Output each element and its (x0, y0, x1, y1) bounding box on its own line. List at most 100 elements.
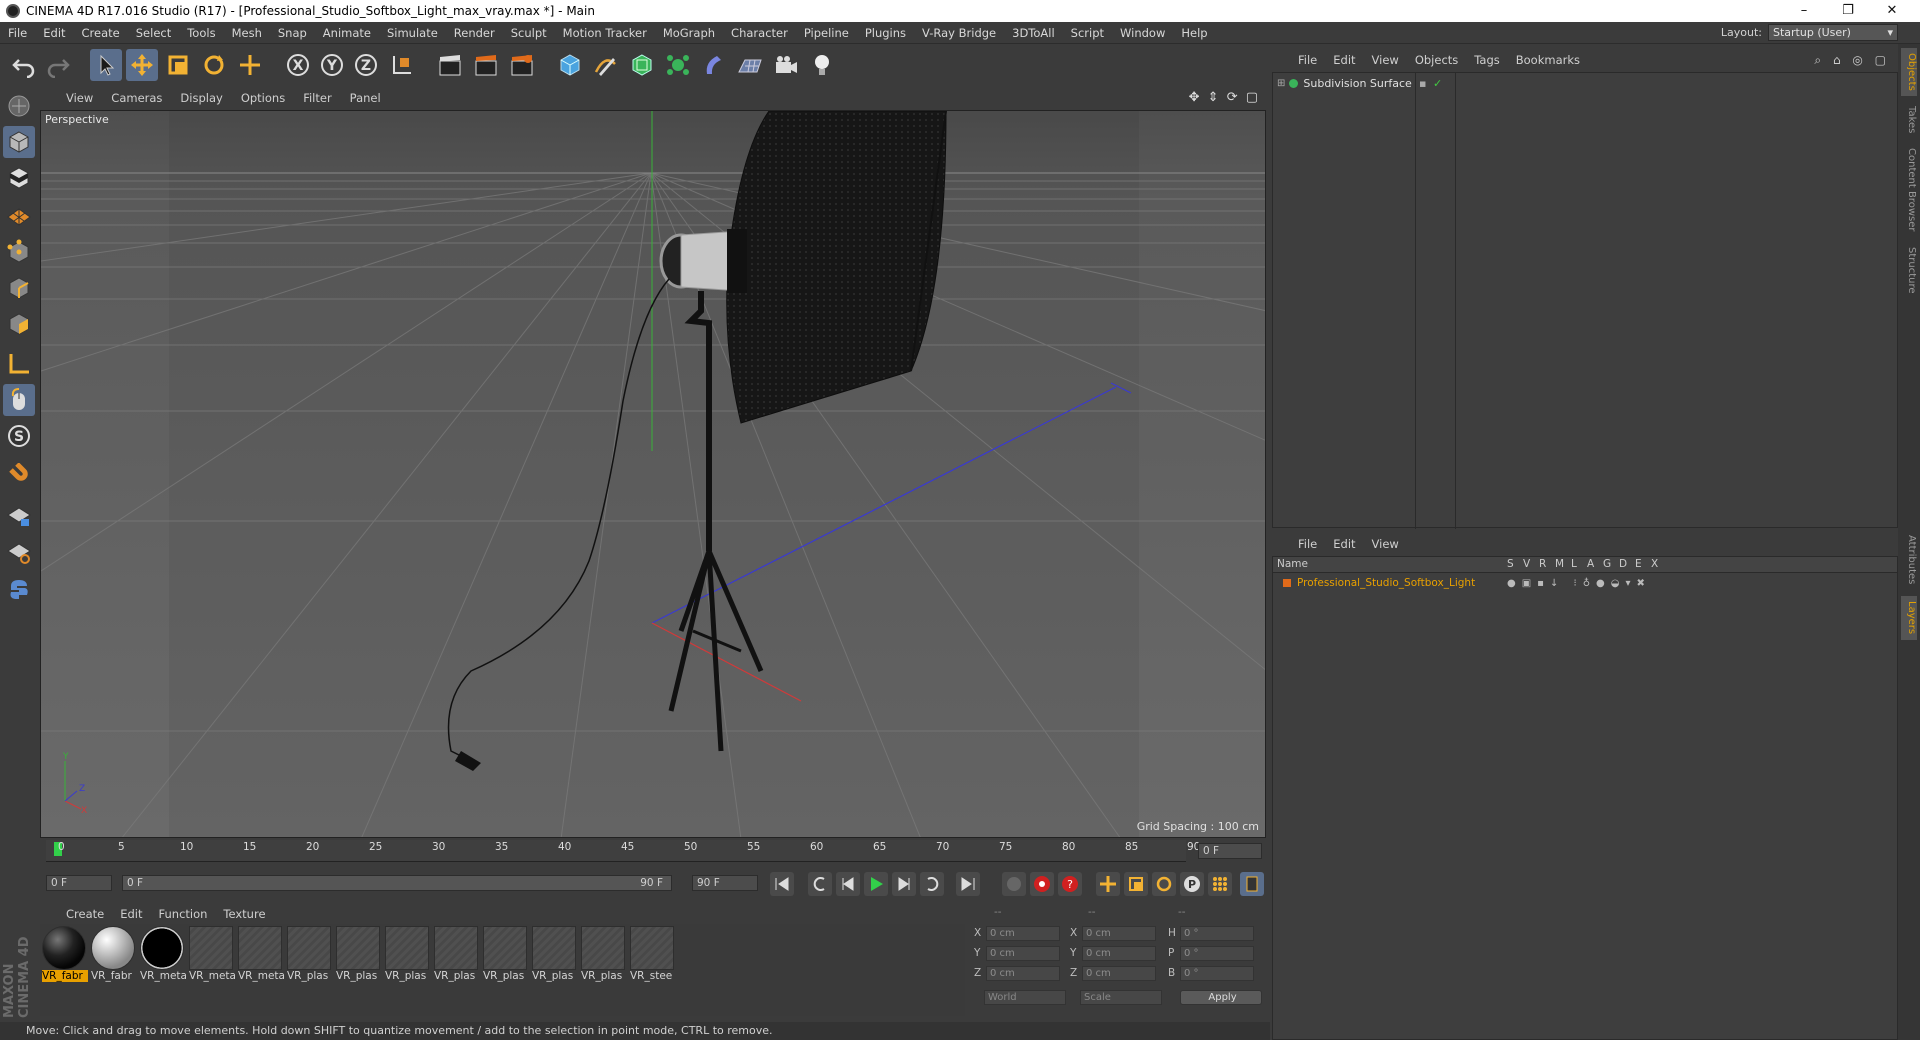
live-selection-button[interactable] (90, 49, 122, 81)
axis-mode-button[interactable] (3, 348, 35, 380)
recent-tool-button[interactable] (234, 49, 266, 81)
viewport-menu-panel[interactable]: Panel (341, 91, 390, 105)
object-menu-objects[interactable]: Objects (1407, 53, 1466, 67)
menu-file[interactable]: File (0, 26, 35, 40)
timeline-track[interactable]: 0 5 10 15 20 25 30 35 40 45 50 55 60 65 … (46, 840, 1200, 862)
layer-row[interactable]: Professional_Studio_Softbox_Light ●▣▪↓ ⁝… (1273, 575, 1897, 591)
material-menu-texture[interactable]: Texture (215, 907, 273, 921)
menu-pipeline[interactable]: Pipeline (796, 26, 857, 40)
menu-select[interactable]: Select (128, 26, 179, 40)
object-manager-search-icon[interactable]: ⌕ ⌂ ◎ ▢ (1814, 53, 1890, 68)
menu-script[interactable]: Script (1063, 26, 1112, 40)
material-item[interactable]: VR_meta (189, 926, 235, 986)
z-axis-lock-button[interactable]: Z (350, 49, 382, 81)
object-menu-view[interactable]: View (1364, 53, 1407, 67)
start-frame-field[interactable]: 0 F (46, 875, 112, 891)
menu-snap[interactable]: Snap (270, 26, 315, 40)
menu-sculpt[interactable]: Sculpt (503, 26, 555, 40)
material-item[interactable]: VR_fabr (91, 926, 137, 986)
goto-end-button[interactable] (956, 872, 980, 896)
material-item[interactable]: VR_plas (434, 926, 480, 986)
record-point-level-button[interactable] (1208, 872, 1232, 896)
material-menu-create[interactable]: Create (40, 907, 112, 921)
tab-attributes[interactable]: Attributes (1901, 530, 1917, 590)
rotate-tool-button[interactable] (198, 49, 230, 81)
rotation-b-field[interactable]: 0 ° (1180, 966, 1254, 981)
position-y-field[interactable]: 0 cm (986, 946, 1060, 961)
menu-motion-tracker[interactable]: Motion Tracker (555, 26, 655, 40)
viewport-nav-icons[interactable]: ✥ ⇕ ⟳ ▢ (1189, 90, 1260, 105)
layout-dropdown[interactable]: Startup (User) ▾ (1768, 24, 1898, 41)
position-z-field[interactable]: 0 cm (986, 966, 1060, 981)
deformer-button[interactable] (698, 49, 730, 81)
goto-start-button[interactable] (770, 872, 794, 896)
goto-next-frame-button[interactable] (892, 872, 916, 896)
render-view-button[interactable] (434, 49, 466, 81)
menu-window[interactable]: Window (1112, 26, 1173, 40)
record-keys-button[interactable] (1002, 872, 1026, 896)
tab-content-browser[interactable]: Content Browser (1901, 144, 1917, 236)
record-parameter-button[interactable]: P (1180, 872, 1204, 896)
menu-character[interactable]: Character (723, 26, 796, 40)
coordinate-mode-dropdown[interactable]: World (984, 990, 1066, 1005)
enabled-checkmark-icon[interactable]: ✓ (1433, 77, 1442, 90)
tab-layers[interactable]: Layers (1901, 596, 1917, 640)
material-item[interactable]: VR_plas (483, 926, 529, 986)
workplane-lock-button[interactable] (3, 500, 35, 532)
object-menu-file[interactable]: File (1272, 53, 1325, 67)
move-tool-button[interactable] (126, 49, 158, 81)
menu-tools[interactable]: Tools (179, 26, 223, 40)
position-x-field[interactable]: 0 cm (986, 926, 1060, 941)
play-forward-button[interactable] (864, 872, 888, 896)
layer-menu-edit[interactable]: Edit (1325, 537, 1363, 551)
menu-render[interactable]: Render (446, 26, 503, 40)
size-y-field[interactable]: 0 cm (1082, 946, 1156, 961)
material-item[interactable]: VR_meta (238, 926, 284, 986)
timeline-ruler[interactable]: 0 5 10 15 20 25 30 35 40 45 50 55 60 65 … (40, 840, 1266, 864)
menu-simulate[interactable]: Simulate (379, 26, 446, 40)
pen-spline-button[interactable] (590, 49, 622, 81)
subdivision-surface-button[interactable] (626, 49, 658, 81)
goto-prev-frame-button[interactable] (836, 872, 860, 896)
record-rotation-button[interactable] (1152, 872, 1176, 896)
object-menu-edit[interactable]: Edit (1325, 53, 1363, 67)
menu-create[interactable]: Create (74, 26, 128, 40)
autokey-button[interactable] (1030, 872, 1054, 896)
viewport-menu-cameras[interactable]: Cameras (102, 91, 171, 105)
viewport-menu-filter[interactable]: Filter (294, 91, 340, 105)
camera-object-button[interactable] (770, 49, 802, 81)
layer-color-swatch[interactable] (1283, 579, 1291, 587)
end-frame-field[interactable]: 90 F (692, 875, 758, 891)
timeline-window-button[interactable] (1240, 872, 1264, 896)
apply-button[interactable]: Apply (1180, 990, 1262, 1005)
material-item[interactable]: VR_plas (581, 926, 627, 986)
rotation-h-field[interactable]: 0 ° (1180, 926, 1254, 941)
size-z-field[interactable]: 0 cm (1082, 966, 1156, 981)
coordinate-system-button[interactable] (386, 49, 418, 81)
points-mode-button[interactable] (3, 236, 35, 268)
polygons-mode-button[interactable] (3, 308, 35, 340)
visibility-toggle-icon[interactable]: ▪ (1419, 77, 1426, 90)
object-menu-tags[interactable]: Tags (1466, 53, 1507, 67)
light-object-button[interactable] (806, 49, 838, 81)
model-mode-button[interactable] (3, 126, 35, 158)
menu-animate[interactable]: Animate (315, 26, 379, 40)
x-axis-lock-button[interactable]: X (282, 49, 314, 81)
render-settings-button[interactable] (506, 49, 538, 81)
layer-flag-icons[interactable]: ●▣▪↓ ⁝♁●◒▾✖ (1507, 578, 1651, 589)
workplane-rotate-button[interactable] (3, 536, 35, 568)
scale-tool-button[interactable] (162, 49, 194, 81)
keyframe-selection-button[interactable]: ? (1058, 872, 1082, 896)
frame-range-slider[interactable]: 0 F 90 F (122, 875, 672, 891)
menu-vray-bridge[interactable]: V-Ray Bridge (914, 26, 1004, 40)
material-item[interactable]: VR_stee (630, 926, 676, 986)
minimize-button[interactable]: – (1782, 0, 1826, 22)
workplane-mode-button[interactable] (3, 198, 35, 230)
snap-toggle-button[interactable]: S (3, 420, 35, 452)
material-item[interactable]: VR_meta (140, 926, 186, 986)
magnet-tool-button[interactable] (3, 460, 35, 492)
rotation-p-field[interactable]: 0 ° (1180, 946, 1254, 961)
y-axis-lock-button[interactable]: Y (316, 49, 348, 81)
maximize-button[interactable]: ❐ (1826, 0, 1870, 22)
expand-toggle-icon[interactable]: ⊞ (1277, 78, 1285, 89)
